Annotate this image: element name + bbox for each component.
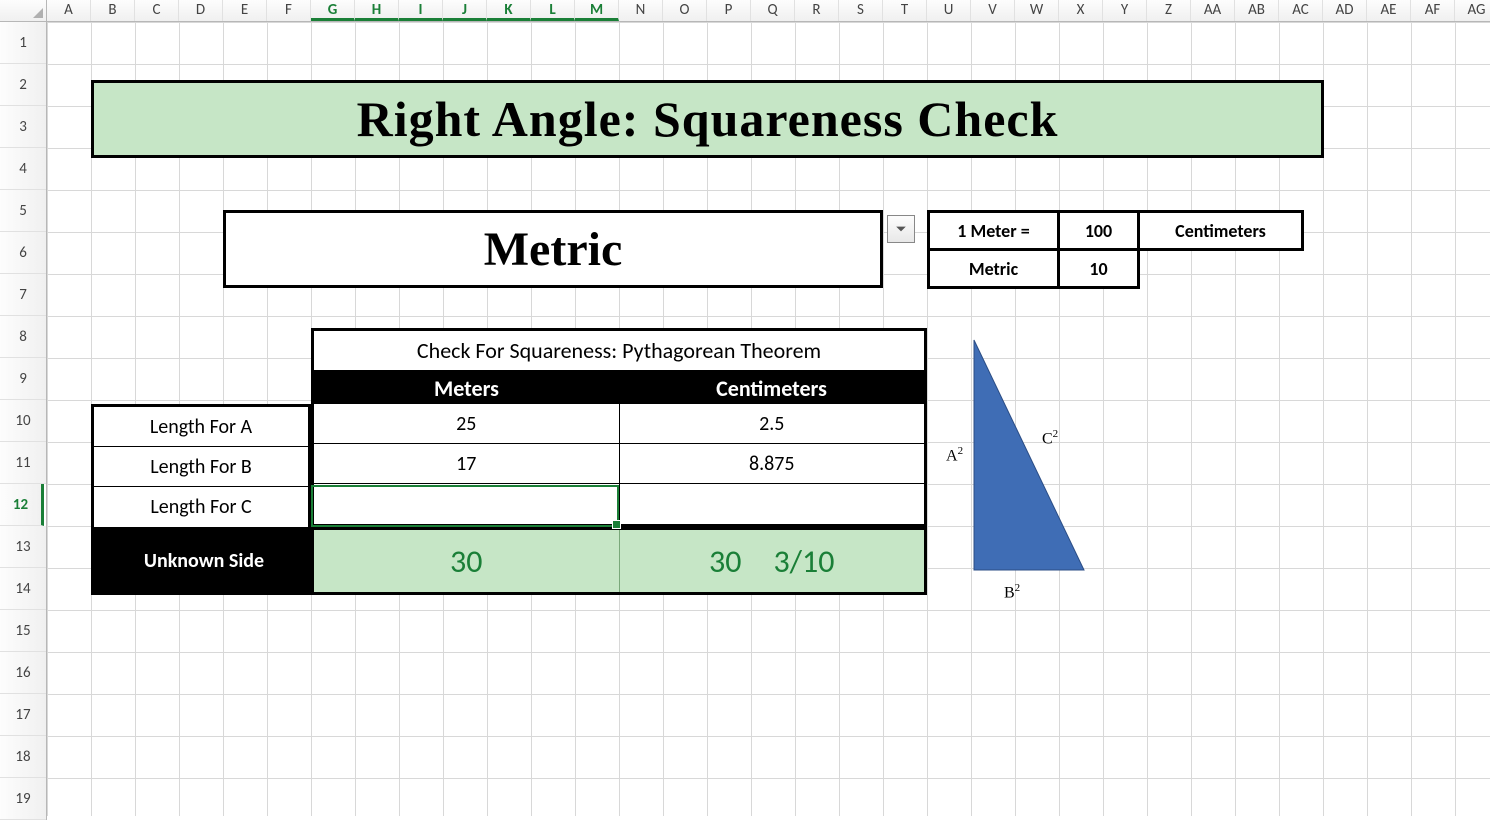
unknown-fraction: 30 3/10: [620, 530, 925, 592]
triangle-label-c: C2: [1042, 428, 1058, 448]
col-header-K[interactable]: K: [487, 0, 531, 21]
col-header-Z[interactable]: Z: [1147, 0, 1191, 21]
col-header-E[interactable]: E: [223, 0, 267, 21]
unknown-whole: 30: [314, 530, 620, 592]
row-header-4[interactable]: 4: [0, 148, 46, 190]
row-header-5[interactable]: 5: [0, 190, 46, 232]
row-headers: 12345678910111213141516171819: [0, 22, 47, 820]
row-header-18[interactable]: 18: [0, 736, 46, 778]
b-meters[interactable]: 17: [314, 444, 620, 483]
column-headers: ABCDEFGHIJKLMNOPQRSTUVWXYZAAABACADAEAFAG: [47, 0, 1490, 22]
pythagorean-table: Check For Squareness: Pythagorean Theore…: [311, 328, 927, 409]
col-header-O[interactable]: O: [663, 0, 707, 21]
row-header-15[interactable]: 15: [0, 610, 46, 652]
unit-row2-left: Metric: [929, 250, 1059, 288]
row-header-3[interactable]: 3: [0, 106, 46, 148]
row-header-6[interactable]: 6: [0, 232, 46, 274]
c-meters[interactable]: [314, 484, 620, 524]
col-header-W[interactable]: W: [1015, 0, 1059, 21]
col-header-X[interactable]: X: [1059, 0, 1103, 21]
col-header-meters: Meters: [314, 371, 619, 406]
triangle-label-b: B2: [1004, 582, 1020, 602]
col-header-T[interactable]: T: [883, 0, 927, 21]
row-header-7[interactable]: 7: [0, 274, 46, 316]
col-header-L[interactable]: L: [531, 0, 575, 21]
unit-row1-right: Centimeters: [1139, 212, 1303, 250]
col-header-AC[interactable]: AC: [1279, 0, 1323, 21]
col-header-G[interactable]: G: [311, 0, 355, 21]
col-header-P[interactable]: P: [707, 0, 751, 21]
unit-conversion-table: 1 Meter = 100 Centimeters Metric 10: [927, 210, 1304, 289]
col-header-F[interactable]: F: [267, 0, 311, 21]
row-header-8[interactable]: 8: [0, 316, 46, 358]
unknown-side-label: Unknown Side: [94, 530, 314, 592]
unit-system-dropdown-button[interactable]: [887, 215, 915, 243]
row-header-11[interactable]: 11: [0, 442, 46, 484]
row-header-10[interactable]: 10: [0, 400, 46, 442]
col-header-AB[interactable]: AB: [1235, 0, 1279, 21]
unit-row1-left: 1 Meter =: [929, 212, 1059, 250]
chevron-down-icon: [895, 223, 907, 235]
col-header-M[interactable]: M: [575, 0, 619, 21]
unit-row1-mid: 100: [1059, 212, 1139, 250]
row-header-17[interactable]: 17: [0, 694, 46, 736]
col-header-R[interactable]: R: [795, 0, 839, 21]
triangle-label-a: A2: [946, 445, 963, 465]
col-header-Y[interactable]: Y: [1103, 0, 1147, 21]
col-header-AD[interactable]: AD: [1323, 0, 1367, 21]
row-header-1[interactable]: 1: [0, 22, 46, 64]
col-header-U[interactable]: U: [927, 0, 971, 21]
col-header-J[interactable]: J: [443, 0, 487, 21]
col-header-A[interactable]: A: [47, 0, 91, 21]
select-all-corner[interactable]: [0, 0, 47, 22]
col-header-V[interactable]: V: [971, 0, 1015, 21]
col-header-N[interactable]: N: [619, 0, 663, 21]
col-header-I[interactable]: I: [399, 0, 443, 21]
b-centimeters[interactable]: 8.875: [620, 444, 925, 483]
col-header-B[interactable]: B: [91, 0, 135, 21]
row-header-16[interactable]: 16: [0, 652, 46, 694]
col-header-C[interactable]: C: [135, 0, 179, 21]
col-header-AG[interactable]: AG: [1455, 0, 1490, 21]
row-header-13[interactable]: 13: [0, 526, 46, 568]
length-labels: Length For A Length For B Length For C: [91, 404, 311, 530]
col-header-AF[interactable]: AF: [1411, 0, 1455, 21]
label-length-c: Length For C: [94, 487, 308, 527]
a-centimeters[interactable]: 2.5: [620, 404, 925, 443]
col-header-D[interactable]: D: [179, 0, 223, 21]
row-header-14[interactable]: 14: [0, 568, 46, 610]
row-header-2[interactable]: 2: [0, 64, 46, 106]
col-header-centimeters: Centimeters: [619, 371, 924, 406]
col-header-Q[interactable]: Q: [751, 0, 795, 21]
row-header-12[interactable]: 12: [0, 484, 44, 526]
unknown-side-row: Unknown Side 30 30 3/10: [91, 527, 927, 595]
right-triangle-diagram: A2 B2 C2: [964, 330, 1094, 580]
unit-row2-mid: 10: [1059, 250, 1139, 288]
a-meters[interactable]: 25: [314, 404, 620, 443]
col-header-AE[interactable]: AE: [1367, 0, 1411, 21]
row-header-9[interactable]: 9: [0, 358, 46, 400]
label-length-a: Length For A: [94, 407, 308, 447]
label-length-b: Length For B: [94, 447, 308, 487]
page-title: Right Angle: Squareness Check: [91, 80, 1324, 158]
col-header-S[interactable]: S: [839, 0, 883, 21]
length-values: 25 2.5 17 8.875: [311, 404, 927, 527]
col-header-AA[interactable]: AA: [1191, 0, 1235, 21]
pythagorean-title: Check For Squareness: Pythagorean Theore…: [314, 331, 924, 371]
unit-system-select[interactable]: Metric: [223, 210, 883, 288]
c-centimeters[interactable]: [620, 484, 925, 524]
col-header-H[interactable]: H: [355, 0, 399, 21]
row-header-19[interactable]: 19: [0, 778, 46, 820]
